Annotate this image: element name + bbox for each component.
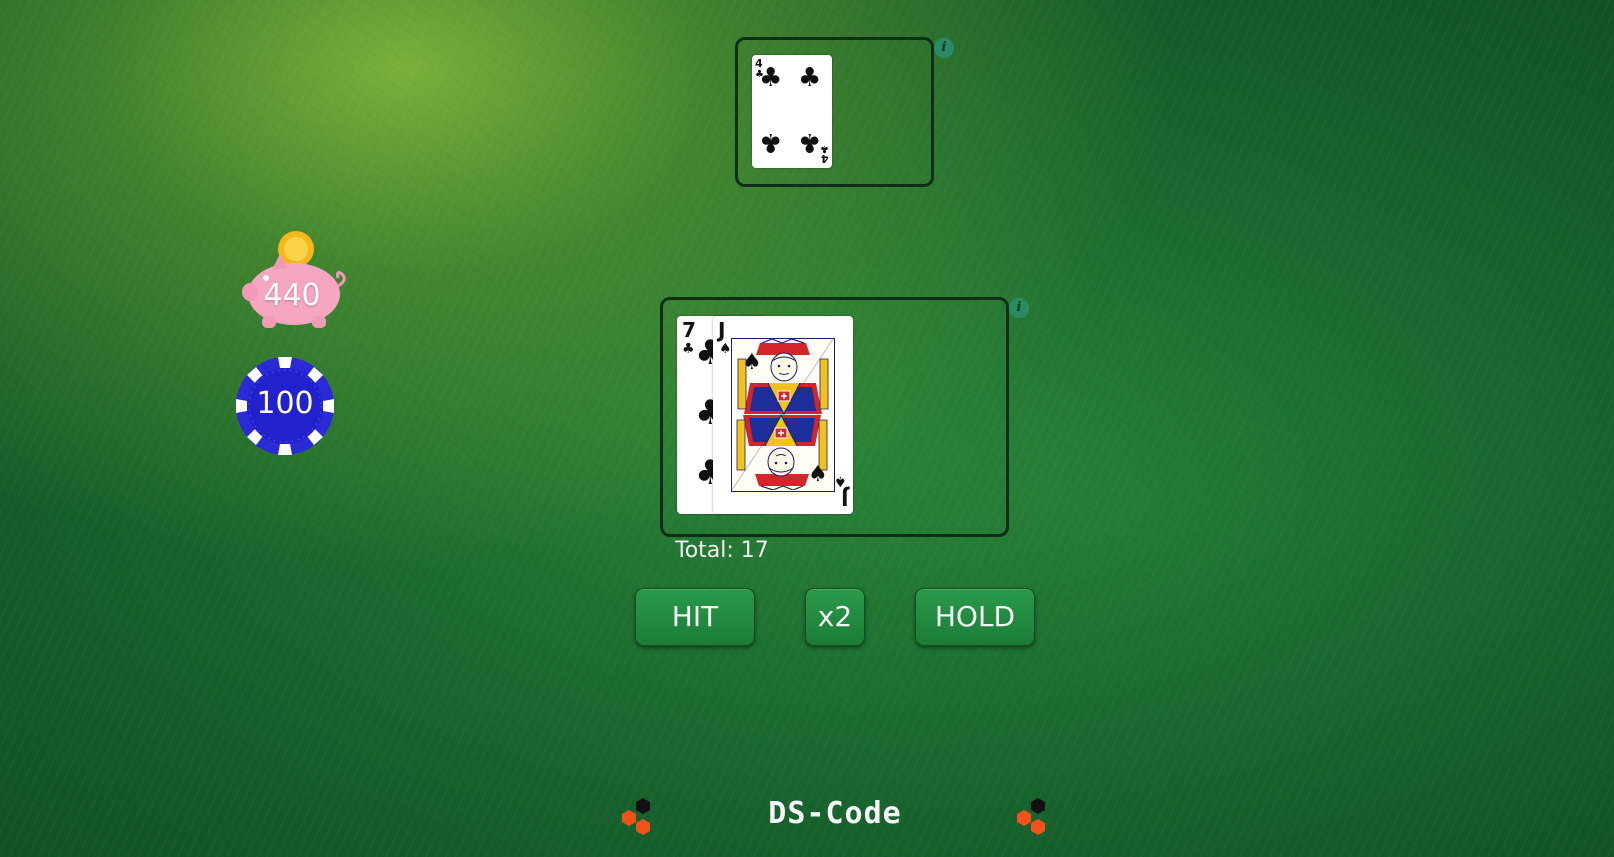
hexagon-logo-icon xyxy=(622,798,650,835)
double-bet-button[interactable]: x2 xyxy=(805,588,865,646)
club-pip-icon: ♣ xyxy=(798,127,822,157)
card-suit: ♣ xyxy=(682,341,695,357)
card-rank: J xyxy=(718,318,726,342)
bet-chip[interactable]: 100 xyxy=(235,356,335,456)
hexagon-logo-icon xyxy=(1017,798,1045,835)
brand-name: DS-Code xyxy=(768,796,902,831)
hold-button[interactable]: HOLD xyxy=(915,588,1035,646)
club-pip-icon: ♣ xyxy=(759,63,783,93)
player-total: Total: 17 xyxy=(675,538,769,563)
card-rank: J xyxy=(840,486,848,510)
dealer-info-icon[interactable]: i xyxy=(934,38,954,58)
jack-face-illustration: ♠ ♠ xyxy=(731,338,835,492)
bet-value: 100 xyxy=(256,386,314,421)
jack-figure-icon: ♠ ♠ xyxy=(731,338,834,491)
club-pip-icon: ♣ xyxy=(798,63,822,93)
player-card-jack-spades: J ♠ ♠ ♠ J ♠ xyxy=(713,316,853,514)
bank-value: 440 xyxy=(263,278,321,313)
club-pip-icon: ♣ xyxy=(759,127,783,157)
player-info-icon[interactable]: i xyxy=(1009,298,1029,318)
card-suit: ♠ xyxy=(719,341,732,357)
svg-text:♠: ♠ xyxy=(742,350,762,375)
card-suit: ♠ xyxy=(834,473,847,489)
hit-button[interactable]: HIT xyxy=(635,588,755,646)
card-rank: 7 xyxy=(682,318,696,342)
bank-balance: 440 xyxy=(242,230,347,332)
dealer-card-4-clubs: 4 ♣ ♣ ♣ ♣ ♣ 4 ♣ xyxy=(752,55,832,168)
svg-text:♠: ♠ xyxy=(808,462,828,487)
card-suit: ♣ xyxy=(820,143,829,154)
